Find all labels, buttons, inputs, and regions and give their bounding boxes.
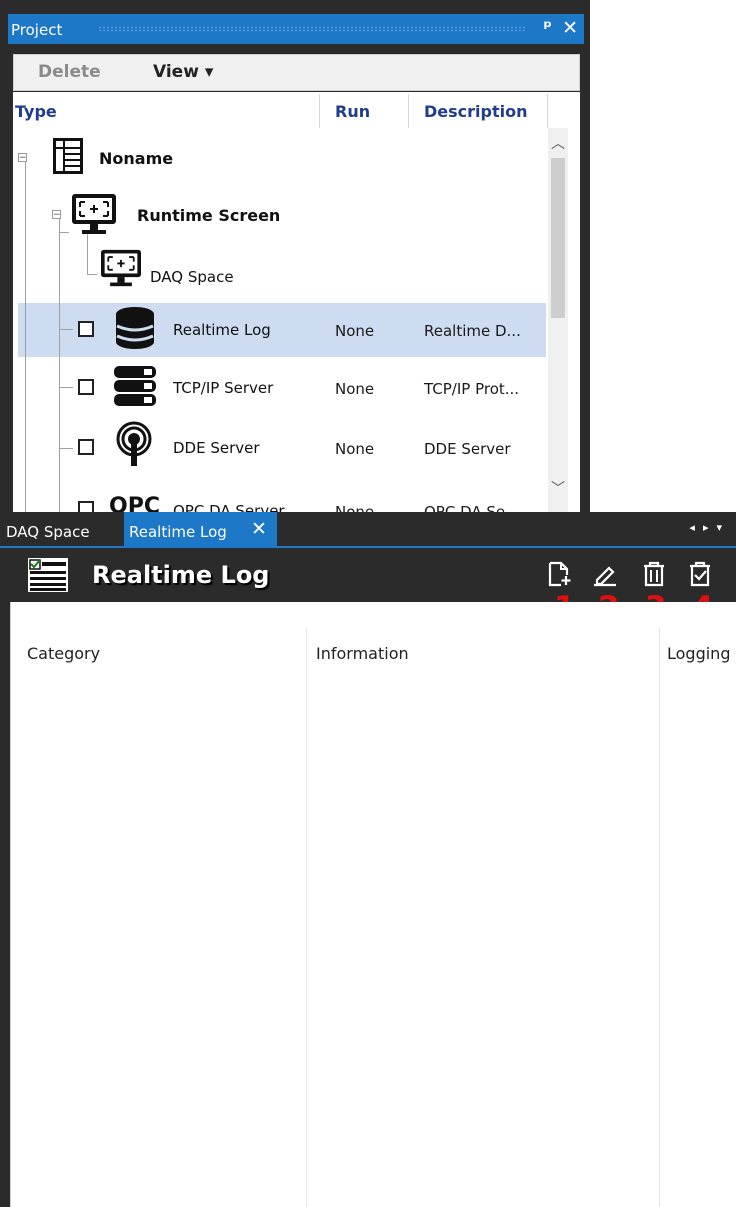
collapse-toggle[interactable]: − (52, 210, 61, 220)
tree-line (87, 274, 97, 275)
column-type[interactable]: Type (15, 102, 57, 121)
column-description[interactable]: Description (424, 102, 527, 121)
column-divider[interactable] (659, 628, 660, 1207)
tab-daq-space[interactable]: DAQ Space (6, 523, 90, 541)
opc-server-run: None (335, 503, 375, 512)
realtime-log-run: None (335, 322, 375, 340)
tab-realtime-log-label: Realtime Log (129, 523, 227, 541)
tree-item-opc-server[interactable]: OPC DA Server (173, 502, 285, 512)
column-run[interactable]: Run (335, 102, 370, 121)
pin-icon[interactable]: ᵖ (543, 17, 552, 38)
database-icon (116, 307, 154, 349)
project-title-bar[interactable]: Project ᵖ ✕ (8, 14, 584, 44)
tcpip-server-checkbox[interactable] (78, 379, 94, 395)
server-icon (114, 366, 156, 406)
tree-line (59, 232, 69, 233)
tree-line (25, 162, 26, 512)
delete-button[interactable]: Delete (38, 62, 101, 82)
column-divider[interactable] (306, 628, 307, 1207)
tree-item-noname[interactable]: Noname (99, 149, 173, 168)
tree-line (59, 329, 73, 330)
tcpip-server-description: TCP/IP Prot... (424, 380, 520, 398)
opc-server-description: OPC DA Se... (424, 503, 520, 512)
column-logging[interactable]: Logging (667, 644, 730, 663)
tab-navigation-icons[interactable]: ◂▸▾ (689, 521, 730, 534)
scroll-down-icon[interactable]: ﹀ (548, 478, 568, 498)
project-toolbar: Delete View ▾ (13, 54, 580, 91)
monitor-icon (101, 249, 141, 287)
log-grid: Category Information Logging (10, 602, 736, 1207)
column-information[interactable]: Information (316, 644, 409, 663)
collapse-toggle[interactable]: − (18, 153, 27, 163)
monitor-icon (72, 194, 116, 234)
document-title: Realtime Log (92, 561, 270, 589)
tab-close-icon[interactable]: ✕ (251, 518, 267, 540)
tree-item-daq-space[interactable]: DAQ Space (150, 268, 234, 286)
document-tab-strip: DAQ Space Realtime Log ✕ ◂▸▾ (0, 512, 736, 549)
view-dropdown[interactable]: View ▾ (153, 62, 213, 82)
document-header: Realtime Log 1 2 3 4 (0, 548, 736, 626)
tcpip-server-run: None (335, 380, 375, 398)
tree-item-tcpip-server[interactable]: TCP/IP Server (173, 379, 273, 397)
tree-line (59, 218, 60, 270)
tree-item-dde-server[interactable]: DDE Server (173, 439, 260, 457)
edit-icon[interactable] (592, 561, 618, 587)
column-divider[interactable] (319, 94, 320, 128)
document-list-icon (53, 138, 83, 174)
opc-server-checkbox[interactable] (78, 501, 94, 512)
title-grip (98, 26, 526, 32)
broadcast-icon (116, 421, 152, 466)
log-list-icon (28, 558, 68, 592)
scroll-thumb[interactable] (551, 158, 565, 318)
delete-icon[interactable] (641, 561, 667, 587)
new-item-icon[interactable] (546, 561, 572, 587)
column-divider[interactable] (408, 94, 409, 128)
tree-item-realtime-log[interactable]: Realtime Log (173, 321, 271, 339)
column-divider[interactable] (547, 94, 548, 128)
realtime-log-description: Realtime D... (424, 322, 521, 340)
scroll-up-icon[interactable]: ︿ (548, 133, 568, 153)
opc-icon: OPC (109, 494, 160, 512)
dde-server-run: None (335, 440, 375, 458)
vertical-scrollbar[interactable]: ︿ ﹀ (548, 128, 568, 512)
realtime-log-checkbox[interactable] (78, 321, 94, 337)
tree-item-runtime-screen[interactable]: Runtime Screen (137, 206, 280, 225)
tree-line (87, 230, 88, 274)
tree-line (59, 387, 73, 388)
column-category[interactable]: Category (27, 644, 100, 663)
tree-line (59, 448, 73, 449)
window-frame (0, 548, 10, 1207)
dde-server-checkbox[interactable] (78, 439, 94, 455)
verify-icon[interactable] (687, 561, 713, 587)
tree-line (59, 270, 60, 512)
dde-server-description: DDE Server (424, 440, 511, 458)
project-tree: Type Run Description − Noname − Runtime … (13, 92, 580, 512)
project-title: Project (11, 21, 63, 39)
tab-realtime-log[interactable]: Realtime Log ✕ (124, 512, 277, 546)
close-icon[interactable]: ✕ (562, 17, 578, 39)
